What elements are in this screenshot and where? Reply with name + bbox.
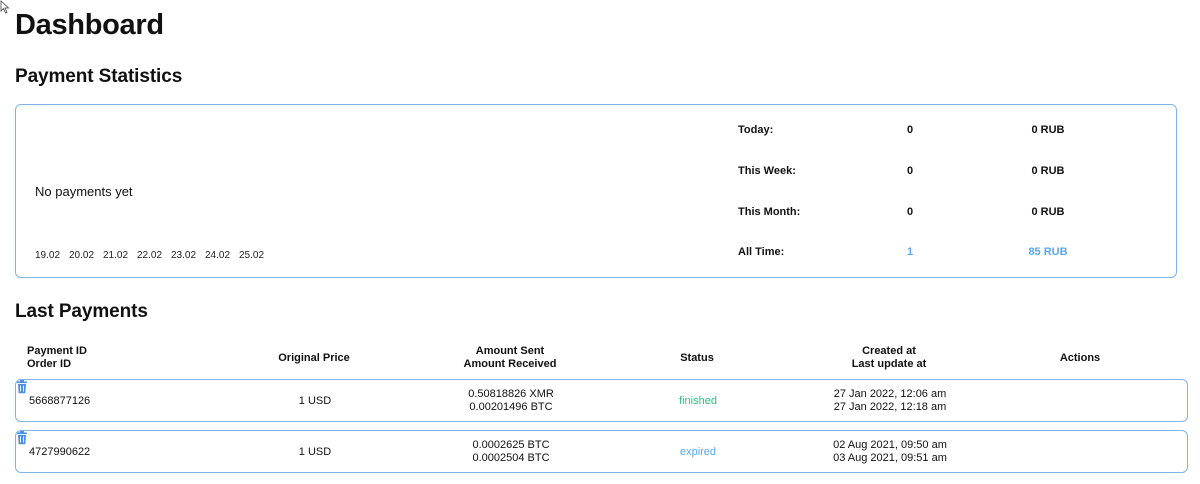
- trash-icon[interactable]: [16, 431, 28, 445]
- stat-amount: 0 RUB: [1031, 206, 1065, 218]
- stat-row-all-time: All Time: 1 85 RUB: [738, 246, 1158, 266]
- date-tick: 23.02: [171, 250, 197, 261]
- header-status: Status: [680, 352, 714, 364]
- updated-at: 03 Aug 2021, 09:51 am: [833, 452, 947, 464]
- header-amount-received-label: Amount Received: [463, 358, 557, 370]
- date-tick: 25.02: [239, 250, 265, 261]
- status-badge: expired: [679, 446, 717, 458]
- chart-date-axis: 19.02 20.02 21.02 22.02 23.02 24.02 25.0…: [35, 250, 273, 261]
- created-at: 27 Jan 2022, 12:06 am: [833, 388, 947, 400]
- header-created-label: Created at: [862, 345, 916, 357]
- header-amount: Amount Sent Amount Received: [420, 345, 600, 371]
- date-tick: 24.02: [205, 250, 231, 261]
- dates-cell: 02 Aug 2021, 09:50 am 03 Aug 2021, 09:51…: [796, 439, 984, 465]
- stat-label: This Week:: [738, 165, 796, 177]
- stat-row-today: Today: 0 0 RUB: [738, 124, 1158, 144]
- header-actions: Actions: [1059, 352, 1101, 364]
- table-row[interactable]: 5668877126 1 USD 0.50818826 XMR 0.002014…: [15, 379, 1188, 422]
- payment-id: 4727990622: [29, 446, 91, 458]
- header-created: Created at Last update at: [795, 345, 983, 371]
- stat-row-this-week: This Week: 0 0 RUB: [738, 165, 1158, 185]
- updated-at: 27 Jan 2022, 12:18 am: [833, 401, 947, 413]
- last-payments-title: Last Payments: [15, 301, 148, 322]
- payments-chart: No payments yet 19.02 20.02 21.02 22.02 …: [16, 105, 716, 277]
- header-original-price: Original Price: [278, 352, 350, 364]
- amount-sent: 0.50818826 XMR: [468, 388, 554, 400]
- date-tick: 21.02: [103, 250, 129, 261]
- created-at: 02 Aug 2021, 09:50 am: [833, 439, 947, 451]
- mouse-pointer-icon: [0, 0, 10, 14]
- stat-amount: 0 RUB: [1031, 165, 1065, 177]
- payment-id: 5668877126: [29, 395, 91, 407]
- header-payment-id: Payment ID Order ID: [27, 345, 87, 371]
- table-row[interactable]: 4727990622 1 USD 0.0002625 BTC 0.0002504…: [15, 430, 1188, 473]
- header-updated-label: Last update at: [851, 358, 927, 370]
- stat-amount-link[interactable]: 85 RUB: [1008, 246, 1088, 258]
- no-payments-text: No payments yet: [35, 184, 133, 199]
- stat-count: 0: [906, 124, 914, 136]
- stat-count-link[interactable]: 1: [898, 246, 922, 258]
- date-tick: 20.02: [69, 250, 95, 261]
- stat-row-this-month: This Month: 0 0 RUB: [738, 206, 1158, 226]
- date-tick: 22.02: [137, 250, 163, 261]
- stat-label: All Time:: [738, 246, 785, 258]
- stat-count: 0: [906, 206, 914, 218]
- stat-count: 0: [906, 165, 914, 177]
- original-price: 1 USD: [298, 446, 332, 458]
- amount-received: 0.0002504 BTC: [472, 452, 550, 464]
- header-order-id-label: Order ID: [27, 358, 72, 370]
- header-payment-id-label: Payment ID: [27, 345, 87, 357]
- payment-statistics-title: Payment Statistics: [15, 66, 183, 87]
- amount-sent: 0.0002625 BTC: [472, 439, 550, 451]
- payments-table-header: Payment ID Order ID Original Price Amoun…: [15, 345, 1189, 375]
- header-amount-sent-label: Amount Sent: [475, 345, 545, 357]
- page-title: Dashboard: [15, 9, 164, 41]
- original-price: 1 USD: [298, 395, 332, 407]
- amount-cell: 0.50818826 XMR 0.00201496 BTC: [421, 388, 601, 414]
- stat-label: Today:: [738, 124, 774, 136]
- payment-statistics-card: No payments yet 19.02 20.02 21.02 22.02 …: [15, 104, 1177, 278]
- stat-label: This Month:: [738, 206, 801, 218]
- stat-amount: 0 RUB: [1031, 124, 1065, 136]
- dates-cell: 27 Jan 2022, 12:06 am 27 Jan 2022, 12:18…: [796, 388, 984, 414]
- status-badge: finished: [679, 395, 717, 407]
- amount-received: 0.00201496 BTC: [469, 401, 553, 413]
- stats-summary-table: Today: 0 0 RUB This Week: 0 0 RUB This M…: [738, 105, 1158, 277]
- trash-icon[interactable]: [16, 380, 28, 394]
- amount-cell: 0.0002625 BTC 0.0002504 BTC: [421, 439, 601, 465]
- date-tick: 19.02: [35, 250, 61, 261]
